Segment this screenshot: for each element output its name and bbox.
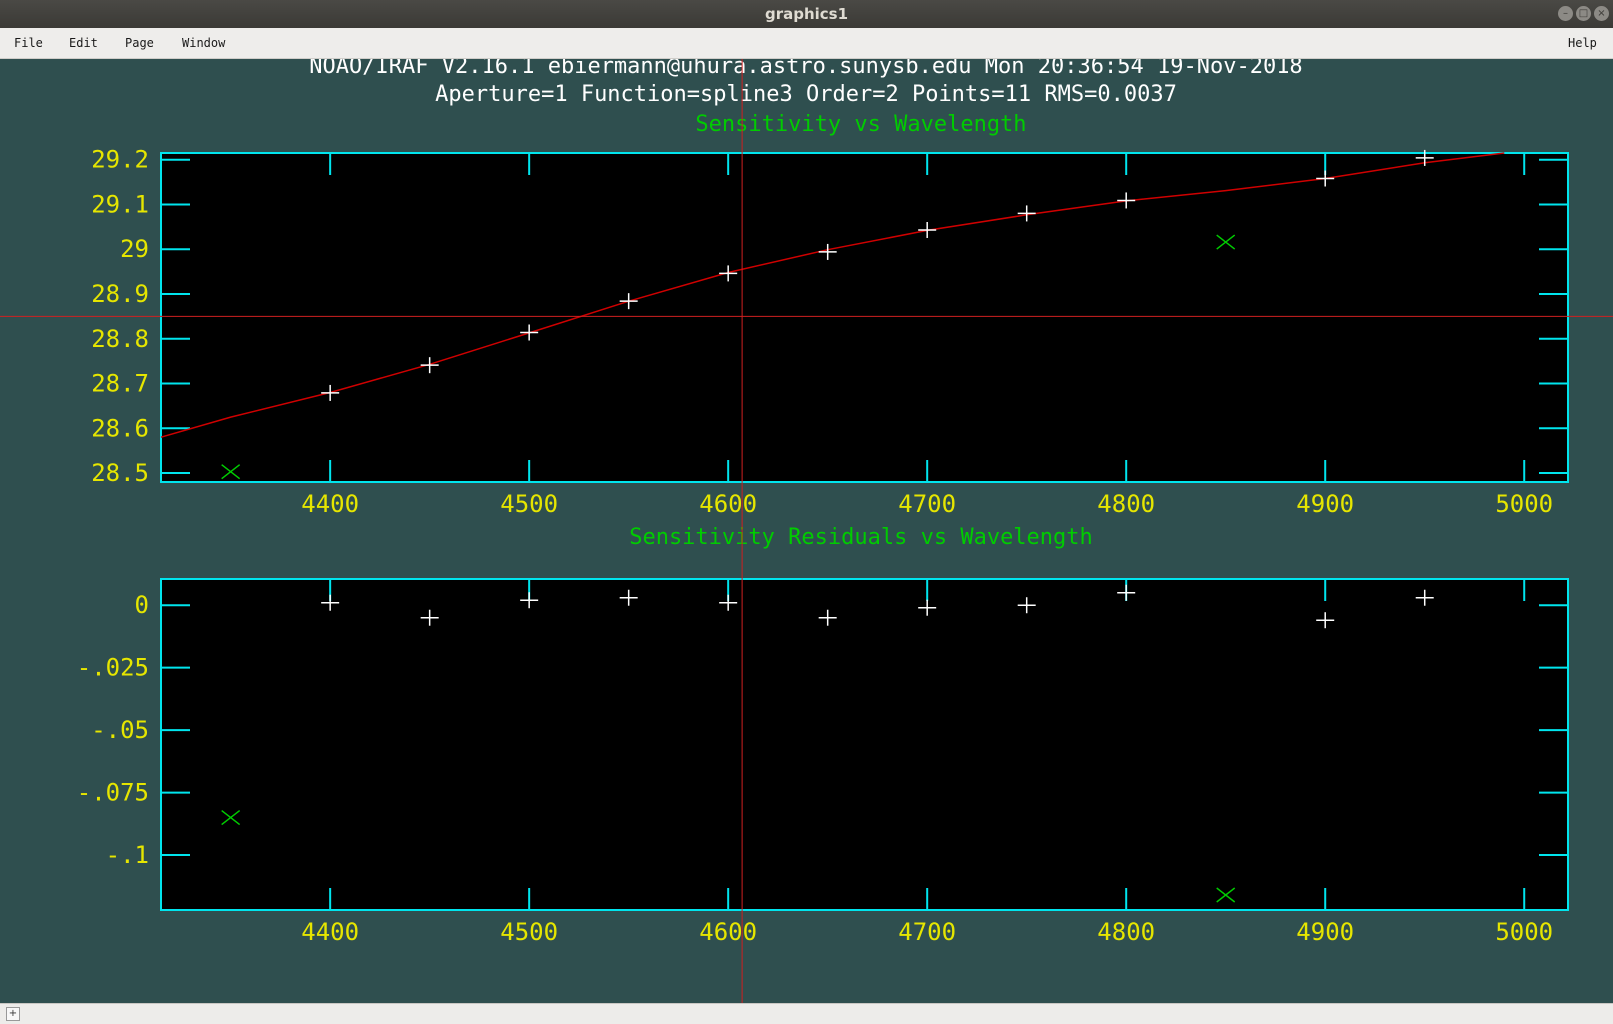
chart1-title: Sensitivity vs Wavelength xyxy=(695,112,1026,137)
plot-frame xyxy=(160,152,1569,483)
chart-residuals: 4400 4500 4600 4700 4800 4900 5000 0 -.025 -.05 -.… xyxy=(77,578,1569,946)
graphics-canvas[interactable]: NOAO/IRAF V2.16.1 ebiermann@uhura.astro.… xyxy=(0,54,1613,1003)
header-line1: NOAO/IRAF V2.16.1 ebiermann@uhura.astro.… xyxy=(309,59,1302,79)
maximize-icon[interactable]: □ xyxy=(1576,6,1591,21)
x-tick-label: 4900 xyxy=(1296,918,1354,946)
y-tick-label: 28.8 xyxy=(91,325,149,353)
plot-frame xyxy=(160,578,1569,911)
x-tick-label: 4900 xyxy=(1296,490,1354,518)
x-tick-label: 4400 xyxy=(301,490,359,518)
close-icon[interactable]: × xyxy=(1594,6,1609,21)
y-tick-label: 0 xyxy=(135,591,149,619)
x-tick-label: 4500 xyxy=(500,918,558,946)
y-tick-label: 28.6 xyxy=(91,414,149,442)
y-tick-label: -.075 xyxy=(77,779,149,807)
x-tick-label: 4400 xyxy=(301,918,359,946)
menu-page[interactable]: Page xyxy=(125,36,154,50)
window-title: graphics1 xyxy=(764,5,849,23)
x-tick-label: 4700 xyxy=(898,918,956,946)
y-tick-label: 28.7 xyxy=(91,370,149,398)
chart2-title: Sensitivity Residuals vs Wavelength xyxy=(629,525,1093,550)
y-tick-label: -.1 xyxy=(106,841,149,869)
minimize-icon[interactable]: – xyxy=(1558,6,1573,21)
x-tick-label: 4600 xyxy=(699,918,757,946)
chart-sensitivity: 4400 4500 4600 4700 4800 4900 5000 28.5 28.6 28.7… xyxy=(91,146,1569,518)
header-line2: Aperture=1 Function=spline3 Order=2 Poin… xyxy=(435,82,1177,107)
menubar: File Edit Page Window Help xyxy=(0,28,1613,59)
y-tick-label: 29 xyxy=(120,235,149,263)
y-tick-label: -.05 xyxy=(91,716,149,744)
x-tick-label: 5000 xyxy=(1495,490,1553,518)
x-tick-label: 4700 xyxy=(898,490,956,518)
y-tick-label: 28.9 xyxy=(91,280,149,308)
x-tick-label: 4500 xyxy=(500,490,558,518)
statusbar: + xyxy=(0,1003,1613,1024)
x-tick-label: 4800 xyxy=(1097,490,1155,518)
y-tick-label: -.025 xyxy=(77,654,149,682)
menu-file[interactable]: File xyxy=(14,36,43,50)
x-tick-label: 5000 xyxy=(1495,918,1553,946)
y-tick-label: 29.1 xyxy=(91,190,149,218)
resize-toggle-icon[interactable]: + xyxy=(6,1007,20,1021)
x-tick-label: 4600 xyxy=(699,490,757,518)
menu-edit[interactable]: Edit xyxy=(69,36,98,50)
x-tick-label: 4800 xyxy=(1097,918,1155,946)
plot-svg[interactable]: NOAO/IRAF V2.16.1 ebiermann@uhura.astro.… xyxy=(0,54,1613,1003)
menu-window[interactable]: Window xyxy=(182,36,225,50)
window-titlebar: graphics1 – □ × xyxy=(0,0,1613,28)
y-tick-label: 29.2 xyxy=(91,146,149,174)
y-tick-label: 28.5 xyxy=(91,459,149,487)
menu-help[interactable]: Help xyxy=(1568,36,1597,50)
